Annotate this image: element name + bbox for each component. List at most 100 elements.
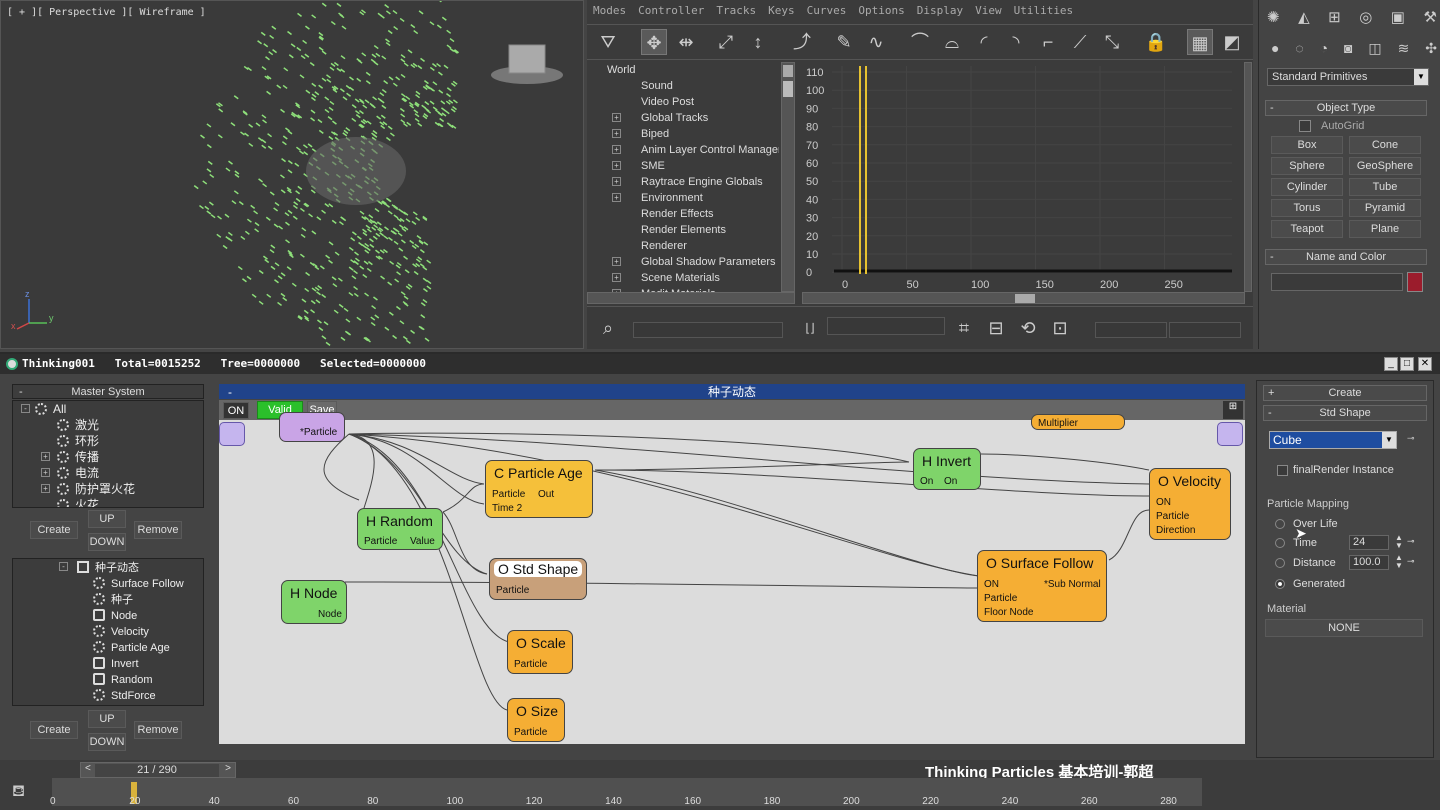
operator-list-item[interactable]: Particle Age	[13, 639, 203, 655]
dynamic-set-list[interactable]: - 种子动态 Surface Follow 种子 Node Velocity Particl…	[12, 558, 204, 706]
expand-icon[interactable]: +	[612, 129, 621, 138]
multiplier-node[interactable]: Multiplier	[1031, 414, 1125, 430]
graph-h-scrollbar[interactable]	[802, 292, 1245, 304]
master-list-item[interactable]: 环形	[13, 433, 203, 449]
create-rollout[interactable]: + Create	[1263, 385, 1427, 401]
time-spinner[interactable]: 24	[1349, 535, 1389, 550]
tree-item[interactable]: World	[597, 62, 779, 78]
distance-radio[interactable]	[1275, 558, 1285, 568]
cone-button[interactable]: Cone	[1349, 136, 1421, 154]
time-spinner-arrows-icon[interactable]: ▲ ▼	[1395, 534, 1403, 550]
tube-button[interactable]: Tube	[1349, 178, 1421, 196]
move-keys-icon[interactable]: ✥	[641, 29, 667, 55]
select-by-name-icon[interactable]: ⌊⌋	[797, 315, 823, 341]
menu-curves[interactable]: Curves	[807, 4, 847, 22]
lock-tangents-icon[interactable]: 🔒	[1143, 29, 1169, 55]
remove-group-button[interactable]: Remove	[134, 521, 182, 539]
zoom-selected-icon[interactable]: ⌕	[595, 315, 621, 341]
value-field[interactable]	[1169, 322, 1241, 338]
master-list-item[interactable]: 激光	[13, 417, 203, 433]
master-system-header[interactable]: - Master System	[12, 384, 204, 399]
box-button[interactable]: Box	[1271, 136, 1343, 154]
motion-tab-icon[interactable]: ◎	[1359, 8, 1372, 28]
systems-icon[interactable]: ✣	[1425, 40, 1437, 60]
collapse-icon[interactable]: -	[59, 562, 68, 571]
spacewarps-icon[interactable]: ≋	[1398, 40, 1410, 60]
expand-icon[interactable]: +	[41, 452, 50, 461]
distance-key-icon[interactable]: ⊸	[1407, 556, 1415, 567]
time-slider[interactable]: < 21 / 290 >	[80, 762, 236, 778]
size-node[interactable]: O Size Particle	[507, 698, 565, 742]
zoom-horizontal-icon[interactable]: ⟲	[1015, 315, 1041, 341]
distance-spinner[interactable]: 100.0	[1349, 555, 1389, 570]
time-radio[interactable]	[1275, 538, 1285, 548]
operator-list-item[interactable]: - 种子动态	[13, 559, 203, 575]
frame-ruler[interactable]: 0 20 40 60 80 100 120 140 160 180 200 220 240 260 280	[50, 778, 1202, 807]
menu-utilities[interactable]: Utilities	[1014, 4, 1074, 22]
operator-list-item[interactable]: StdForce	[13, 687, 203, 703]
up-op-button[interactable]: UP	[88, 710, 126, 728]
tangent-fast-icon[interactable]: ◜	[971, 29, 997, 55]
master-system-list[interactable]: - All 激光 环形 + 传播 + 电流 + 防护罩火花 火花	[12, 400, 204, 508]
curve-graph[interactable]: 11010090807060504030201000 50 100 150 200 250	[802, 62, 1245, 292]
node-editor-canvas[interactable]: ON Valid Save ⊞ *Particle Multiplier C P…	[219, 400, 1245, 744]
sphere-button[interactable]: Sphere	[1271, 157, 1343, 175]
tree-item[interactable]: + SME	[597, 158, 779, 174]
grid-toggle-icon[interactable]: ⊞	[1223, 401, 1243, 419]
expand-icon[interactable]: +	[612, 273, 621, 282]
input-port-node[interactable]	[219, 422, 245, 446]
cameras-icon[interactable]: ◙	[1344, 40, 1352, 60]
geosphere-button[interactable]: GeoSphere	[1349, 157, 1421, 175]
object-type-rollout[interactable]: - Object Type	[1265, 100, 1427, 116]
shapes-icon[interactable]: ◌	[1295, 40, 1303, 60]
tree-item[interactable]: Render Elements	[597, 222, 779, 238]
zoom-region-icon[interactable]: ⊟	[983, 315, 1009, 341]
expand-icon[interactable]: +	[612, 145, 621, 154]
tangent-smooth-icon[interactable]: ⤡	[1099, 29, 1125, 55]
material-button[interactable]: NONE	[1265, 619, 1423, 637]
geometry-icon[interactable]: ●	[1271, 40, 1279, 60]
perspective-viewport[interactable]: [ + ][ Perspective ][ Wireframe ] z y x	[0, 0, 584, 349]
remove-op-button[interactable]: Remove	[134, 721, 182, 739]
tree-scrollbar[interactable]	[781, 62, 795, 292]
menu-modes[interactable]: Modes	[593, 4, 626, 22]
tangent-custom-icon[interactable]: ⌓	[939, 29, 965, 55]
tree-item[interactable]: + Global Shadow Parameters	[597, 254, 779, 270]
over-life-radio[interactable]	[1275, 519, 1285, 529]
master-list-item[interactable]: + 传播	[13, 449, 203, 465]
down-op-button[interactable]: DOWN	[88, 733, 126, 751]
graph-v-scrollbar[interactable]	[1244, 62, 1252, 292]
menu-keys[interactable]: Keys	[768, 4, 795, 22]
create-op-button[interactable]: Create	[30, 721, 78, 739]
scale-values-icon[interactable]: ↕	[745, 29, 771, 55]
object-color-swatch[interactable]	[1407, 272, 1423, 292]
filter-icon[interactable]: ⛛	[595, 29, 621, 55]
master-list-item[interactable]: - All	[13, 401, 203, 417]
next-frame-icon[interactable]: >	[225, 763, 231, 774]
operator-list-item[interactable]: Node	[13, 607, 203, 623]
h-invert-node[interactable]: H Invert On On	[913, 448, 981, 490]
curve-editor-icon[interactable]: ◩	[1219, 29, 1245, 55]
tangent-auto-icon[interactable]: ⌒	[907, 29, 933, 55]
shape-type-dropdown[interactable]: Cube ▼	[1269, 431, 1397, 449]
velocity-node[interactable]: O Velocity ON Particle Direction	[1149, 468, 1231, 540]
tree-item[interactable]: Renderer	[597, 238, 779, 254]
tree-item[interactable]: + Biped	[597, 126, 779, 142]
collapse-icon[interactable]: -	[21, 404, 30, 413]
create-tab-icon[interactable]: ✺	[1267, 8, 1280, 28]
time-key-icon[interactable]: ⊸	[1407, 536, 1415, 547]
surface-follow-node[interactable]: O Surface Follow ON *Sub Normal Particle…	[977, 550, 1107, 622]
tangent-step-icon[interactable]: ⌐	[1035, 29, 1061, 55]
down-group-button[interactable]: DOWN	[88, 533, 126, 551]
menu-controller[interactable]: Controller	[638, 4, 704, 22]
draw-curves-icon[interactable]: ✎	[831, 29, 857, 55]
operator-list-item[interactable]: 种子	[13, 591, 203, 607]
operator-list-item[interactable]: Invert	[13, 655, 203, 671]
tree-item[interactable]: + Global Tracks	[597, 110, 779, 126]
tree-item[interactable]: Render Effects	[597, 206, 779, 222]
operator-list-item[interactable]: Random	[13, 671, 203, 687]
expand-icon[interactable]: +	[41, 468, 50, 477]
on-button[interactable]: ON	[223, 402, 249, 419]
expand-icon[interactable]: +	[612, 161, 621, 170]
maximize-icon[interactable]: □	[1400, 357, 1414, 371]
